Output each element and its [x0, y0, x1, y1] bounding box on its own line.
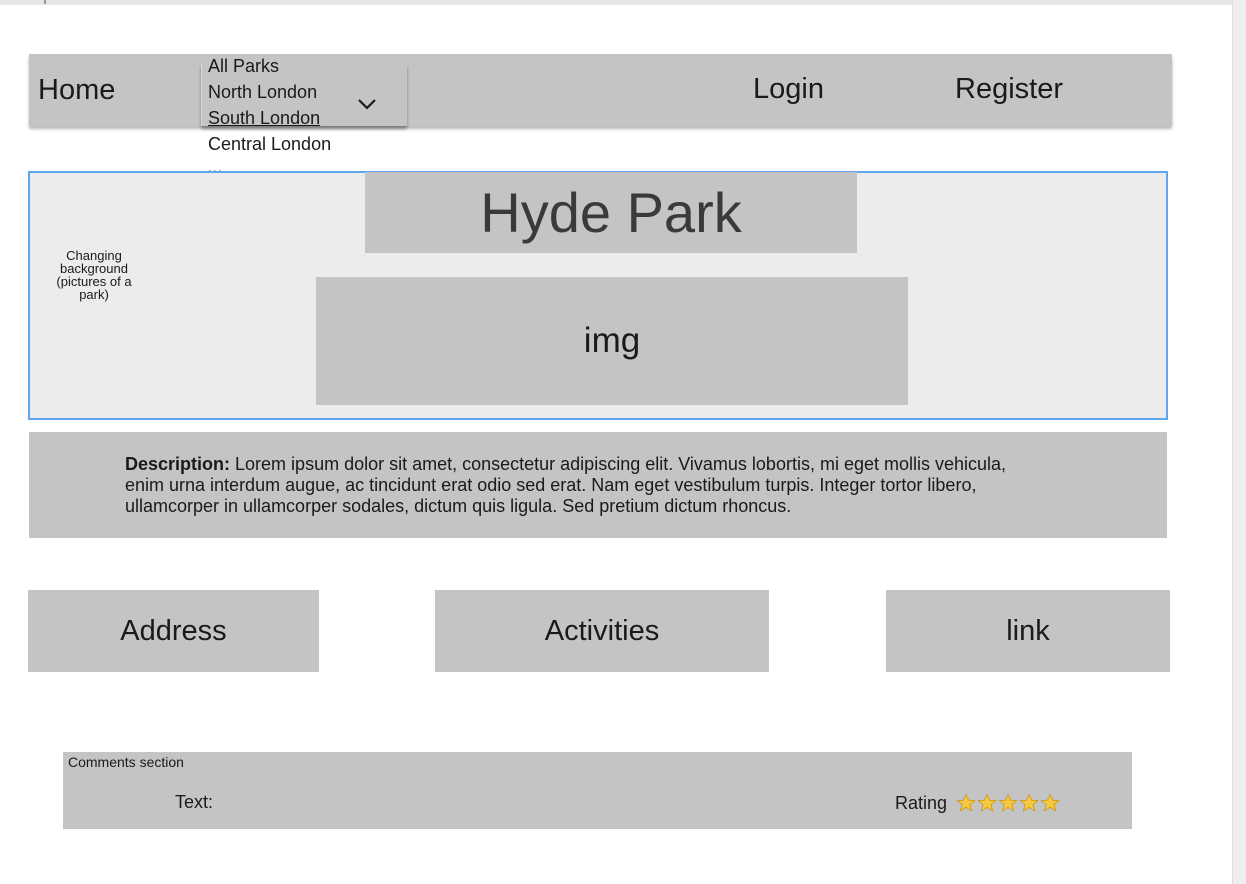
star-icon[interactable] — [1019, 793, 1039, 813]
park-title: Hyde Park — [480, 180, 742, 244]
activities-button[interactable]: Activities — [435, 590, 769, 672]
description-label: Description: — [125, 454, 231, 474]
rating-label: Rating — [895, 793, 948, 813]
star-icon[interactable] — [956, 793, 976, 813]
nav-register-link[interactable]: Register — [955, 73, 1063, 105]
park-image-placeholder: img — [316, 277, 908, 405]
scrollbar-edge — [1232, 0, 1233, 884]
rating-stars[interactable] — [956, 793, 1060, 813]
chevron-down-icon[interactable] — [357, 97, 377, 111]
description-line-1-text: Lorem ipsum dolor sit amet, consectetur … — [235, 454, 1007, 474]
scrollbar-track[interactable] — [1232, 0, 1246, 884]
parks-option-north[interactable]: North London — [208, 81, 317, 103]
window-top-mark — [44, 0, 46, 4]
description-line-3: ullamcorper in ullamcorper sodales, dict… — [125, 496, 792, 516]
link-button[interactable]: link — [886, 590, 1170, 672]
comment-text-label: Text: — [175, 792, 214, 812]
hero-background-note: Changing background (pictures of a park) — [56, 248, 132, 302]
window-top-strip — [0, 0, 1246, 5]
address-button[interactable]: Address — [28, 590, 319, 672]
description-text: Description: Lorem ipsum dolor sit amet,… — [125, 454, 1155, 517]
description-line-2: enim urna interdum augue, ac tincidunt e… — [125, 475, 977, 495]
description-panel: Description: Lorem ipsum dolor sit amet,… — [29, 432, 1167, 538]
star-icon[interactable] — [977, 793, 997, 813]
nav-home-link[interactable]: Home — [38, 74, 115, 106]
star-icon[interactable] — [1040, 793, 1060, 813]
comments-title: Comments section — [68, 754, 184, 770]
park-title-box: Hyde Park — [365, 172, 857, 253]
nav-login-link[interactable]: Login — [753, 73, 824, 105]
star-icon[interactable] — [998, 793, 1018, 813]
comments-section: Comments section Text: Rating — [63, 752, 1132, 829]
parks-option-central[interactable]: Central London — [208, 133, 331, 155]
description-line-1: Description: Lorem ipsum dolor sit amet,… — [125, 454, 1155, 475]
parks-option-south[interactable]: South London — [208, 107, 320, 129]
image-placeholder-label: img — [583, 321, 641, 360]
parks-option-all[interactable]: All Parks — [208, 55, 279, 77]
